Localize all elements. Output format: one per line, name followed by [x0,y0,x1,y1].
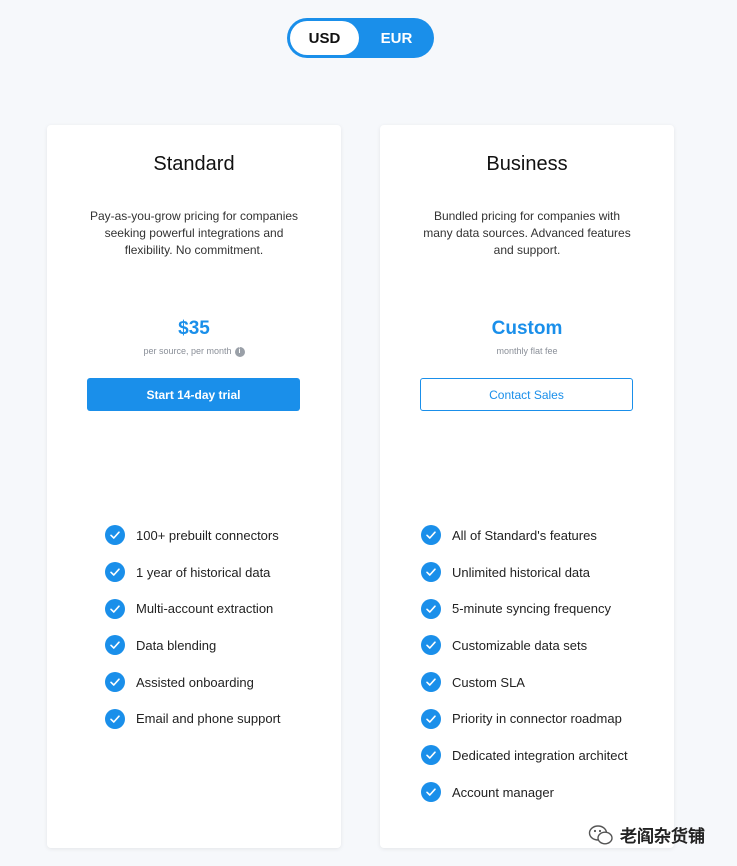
feature-label: Dedicated integration architect [452,747,628,763]
plan-price-note: per source, per month i [47,346,341,357]
feature-item: Customizable data sets [421,627,664,664]
feature-label: Priority in connector roadmap [452,711,622,727]
check-circle-icon [421,635,441,656]
feature-item: Custom SLA [421,664,664,701]
feature-label: 100+ prebuilt connectors [136,527,279,543]
feature-item: Priority in connector roadmap [421,700,664,737]
plan-card-business: Business Bundled pricing for companies w… [380,125,674,848]
wechat-icon [588,824,613,845]
price-note-text: per source, per month [143,346,232,356]
check-circle-icon [421,562,441,583]
plan-price: Custom [491,318,563,339]
feature-label: Data blending [136,637,217,653]
feature-item: Multi-account extraction [105,590,331,627]
feature-label: All of Standard's features [452,527,597,543]
plan-description: Bundled pricing for companies with many … [423,209,631,257]
info-icon[interactable]: i [234,347,245,357]
currency-option-eur[interactable]: EUR [362,21,431,55]
feature-item: Assisted onboarding [105,664,331,701]
feature-item: 1 year of historical data [105,554,331,591]
check-circle-icon [421,598,441,619]
feature-label: Multi-account extraction [136,601,274,617]
check-circle-icon [105,562,125,583]
plan-price: $35 [178,318,210,339]
feature-label: Custom SLA [452,674,525,690]
check-circle-icon [105,672,125,693]
feature-label: 5-minute syncing frequency [452,601,611,617]
watermark-text: 老阎杂货铺 [620,827,705,846]
contact-sales-button[interactable]: Contact Sales [420,378,633,411]
feature-label: 1 year of historical data [136,564,271,580]
currency-toggle[interactable]: USD EUR [287,18,434,58]
check-circle-icon [421,708,441,729]
feature-list: All of Standard's features Unlimited his… [421,517,664,811]
feature-label: Account manager [452,784,554,800]
plan-title: Standard [153,153,235,175]
feature-item: Unlimited historical data [421,554,664,591]
plan-price-note: monthly flat fee [496,346,558,356]
feature-item: All of Standard's features [421,517,664,554]
feature-label: Email and phone support [136,711,281,727]
feature-item: Dedicated integration architect [421,737,664,774]
feature-list: 100+ prebuilt connectors 1 year of histo… [105,517,331,737]
start-trial-button[interactable]: Start 14-day trial [87,378,300,411]
feature-item: 5-minute syncing frequency [421,590,664,627]
check-circle-icon [421,525,441,546]
watermark: 老阎杂货铺 [588,822,705,847]
check-circle-icon [105,598,125,619]
feature-item: Email and phone support [105,700,331,737]
check-circle-icon [421,745,441,766]
feature-label: Customizable data sets [452,637,588,653]
check-circle-icon [421,782,441,803]
plan-description: Pay-as-you-grow pricing for companies se… [89,209,299,257]
feature-item: 100+ prebuilt connectors [105,517,331,554]
check-circle-icon [421,672,441,693]
check-circle-icon [105,708,125,729]
feature-item: Data blending [105,627,331,664]
currency-option-usd[interactable]: USD [290,21,359,55]
feature-label: Assisted onboarding [136,674,254,690]
plan-title: Business [486,153,568,175]
check-circle-icon [105,525,125,546]
check-circle-icon [105,635,125,656]
feature-item: Account manager [421,774,664,811]
plan-card-standard: Standard Pay-as-you-grow pricing for com… [47,125,341,848]
feature-label: Unlimited historical data [452,564,591,580]
